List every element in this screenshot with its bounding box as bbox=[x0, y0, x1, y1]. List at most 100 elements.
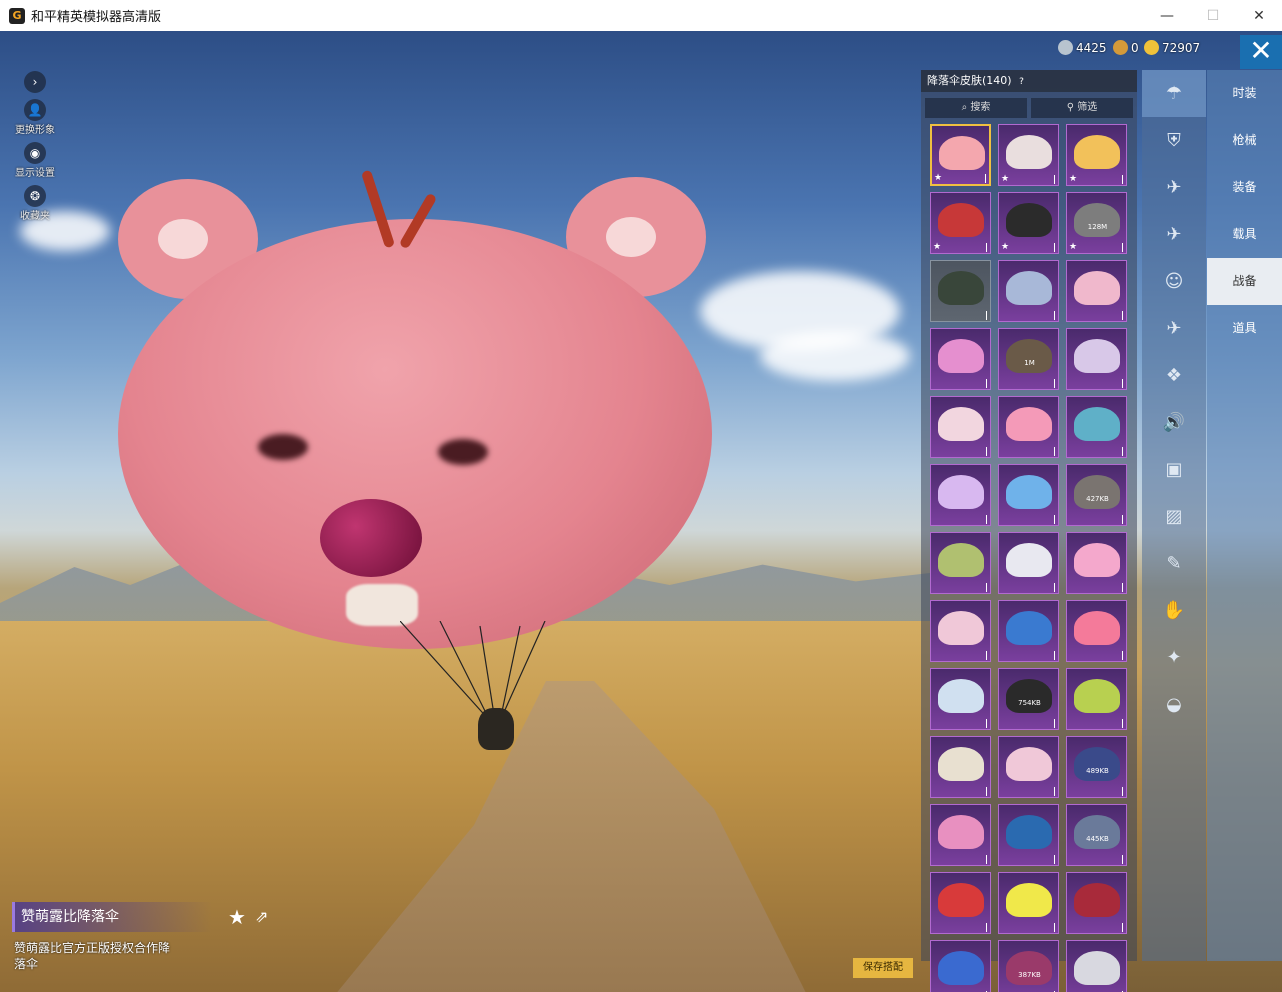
skin-tile[interactable] bbox=[930, 260, 991, 322]
close-button[interactable]: ✕ bbox=[1240, 35, 1282, 69]
skin-tile[interactable] bbox=[1066, 872, 1127, 934]
voice-icon[interactable]: 🔊 bbox=[1142, 399, 1206, 446]
person-icon: 👤 bbox=[24, 99, 46, 121]
parachute-thumbnail bbox=[1006, 679, 1052, 713]
skin-tile[interactable]: ★ bbox=[998, 124, 1059, 186]
panel-title: 降落伞皮肤(140) bbox=[927, 74, 1012, 87]
effect-icon[interactable]: ✦ bbox=[1142, 634, 1206, 681]
category-tab[interactable]: 载具 bbox=[1207, 211, 1282, 258]
glider-icon[interactable]: ✈ bbox=[1142, 164, 1206, 211]
minimize-button[interactable]: — bbox=[1144, 0, 1190, 31]
parachute-thumbnail bbox=[1074, 883, 1120, 917]
ufo-icon[interactable]: ◒ bbox=[1142, 681, 1206, 728]
skin-tile[interactable]: 1M bbox=[998, 328, 1059, 390]
skin-tile[interactable]: ★ bbox=[930, 124, 991, 186]
count-marker bbox=[985, 174, 986, 183]
skin-tile[interactable] bbox=[930, 396, 991, 458]
pet-icon[interactable]: ❖ bbox=[1142, 352, 1206, 399]
skin-tile[interactable]: ★ bbox=[1066, 124, 1127, 186]
right-eye bbox=[438, 439, 488, 465]
photo-icon[interactable]: ▨ bbox=[1142, 493, 1206, 540]
skin-tile[interactable] bbox=[998, 532, 1059, 594]
category-tab[interactable]: 枪械 bbox=[1207, 117, 1282, 164]
spray-icon[interactable]: ✎ bbox=[1142, 540, 1206, 587]
count-marker bbox=[1054, 719, 1055, 728]
currency-bronze: 0 bbox=[1113, 40, 1139, 55]
skin-tile[interactable] bbox=[930, 668, 991, 730]
display-settings-button[interactable]: ◉ 显示设置 bbox=[10, 142, 60, 179]
parachute-thumbnail bbox=[1074, 611, 1120, 645]
skin-tile[interactable] bbox=[930, 736, 991, 798]
skin-tile[interactable] bbox=[930, 872, 991, 934]
skin-tile[interactable] bbox=[998, 396, 1059, 458]
skin-tile[interactable] bbox=[1066, 668, 1127, 730]
parachute-thumbnail bbox=[1006, 407, 1052, 441]
backpack-icon[interactable]: ⛨ bbox=[1142, 117, 1206, 164]
count-marker bbox=[986, 855, 987, 864]
skin-tile[interactable]: ★ bbox=[998, 192, 1059, 254]
skin-tile[interactable] bbox=[998, 804, 1059, 866]
emote-icon[interactable]: ☺ bbox=[1142, 258, 1206, 305]
skin-tile[interactable]: ★ bbox=[930, 192, 991, 254]
bear-parachute[interactable] bbox=[118, 169, 712, 649]
parachute-thumbnail bbox=[1006, 135, 1052, 169]
skin-tile[interactable]: 128M ★ bbox=[1066, 192, 1127, 254]
skin-tile[interactable] bbox=[1066, 532, 1127, 594]
parachute-thumbnail bbox=[938, 543, 984, 577]
skin-tile[interactable] bbox=[998, 260, 1059, 322]
skin-tile[interactable] bbox=[998, 736, 1059, 798]
count-marker bbox=[1122, 923, 1123, 932]
star-icon: ★ bbox=[933, 242, 942, 252]
count-marker bbox=[1054, 651, 1055, 660]
chat-icon[interactable]: ▣ bbox=[1142, 446, 1206, 493]
plane-icon[interactable]: ✈ bbox=[1142, 211, 1206, 258]
star-icon: ★ bbox=[1001, 242, 1010, 252]
drone-icon[interactable]: ✈ bbox=[1142, 305, 1206, 352]
skin-tile[interactable] bbox=[998, 464, 1059, 526]
change-appearance-button[interactable]: 👤 更换形象 bbox=[10, 99, 60, 136]
maximize-button[interactable]: ☐ bbox=[1190, 0, 1236, 31]
skin-tile[interactable] bbox=[998, 872, 1059, 934]
expand-button[interactable]: › bbox=[10, 71, 60, 93]
collection-button[interactable]: ❂ 收藏夹 bbox=[10, 185, 60, 222]
skin-tile[interactable] bbox=[1066, 600, 1127, 662]
skin-tile[interactable] bbox=[1066, 940, 1127, 992]
parachute-icon[interactable]: ☂ bbox=[1142, 70, 1206, 117]
skin-tile[interactable] bbox=[998, 600, 1059, 662]
skin-tile[interactable] bbox=[930, 464, 991, 526]
skin-tile[interactable] bbox=[930, 804, 991, 866]
category-tab[interactable]: 装备 bbox=[1207, 164, 1282, 211]
skin-tile[interactable] bbox=[930, 328, 991, 390]
skin-tile[interactable]: 427KB bbox=[1066, 464, 1127, 526]
skin-tile[interactable]: 387KB bbox=[998, 940, 1059, 992]
skin-tile[interactable] bbox=[1066, 396, 1127, 458]
parachute-thumbnail bbox=[1006, 951, 1052, 985]
hand-icon[interactable]: ✋ bbox=[1142, 587, 1206, 634]
skin-tile[interactable]: 489KB bbox=[1066, 736, 1127, 798]
category-tab[interactable]: 时装 bbox=[1207, 70, 1282, 117]
parachute-thumbnail bbox=[1006, 339, 1052, 373]
category-tab[interactable]: 战备 bbox=[1207, 258, 1282, 305]
count-marker bbox=[1122, 855, 1123, 864]
help-icon[interactable]: ? bbox=[1019, 77, 1024, 87]
skin-tile[interactable] bbox=[930, 532, 991, 594]
skin-tile[interactable]: 754KB bbox=[998, 668, 1059, 730]
category-tab[interactable]: 道具 bbox=[1207, 305, 1282, 352]
skin-tile[interactable] bbox=[930, 600, 991, 662]
skin-tile[interactable] bbox=[930, 940, 991, 992]
skin-tile[interactable] bbox=[1066, 260, 1127, 322]
favorite-star-icon[interactable]: ★ bbox=[228, 906, 250, 928]
download-size: 128M bbox=[1087, 223, 1108, 231]
skin-tile[interactable]: 445KB bbox=[1066, 804, 1127, 866]
star-icon: ★ bbox=[1001, 174, 1010, 184]
bronze-amount: 0 bbox=[1131, 40, 1139, 55]
search-button[interactable]: ⌕ 搜索 bbox=[925, 98, 1027, 118]
parachute-thumbnail bbox=[1074, 339, 1120, 373]
filter-button[interactable]: ⚲ 筛选 bbox=[1031, 98, 1133, 118]
skin-tile[interactable] bbox=[1066, 328, 1127, 390]
count-marker bbox=[986, 515, 987, 524]
share-icon[interactable]: ⇗ bbox=[255, 906, 277, 928]
save-outfit-button[interactable]: 保存搭配 bbox=[853, 958, 913, 978]
parachute-thumbnail bbox=[1006, 747, 1052, 781]
close-window-button[interactable]: ✕ bbox=[1236, 0, 1282, 31]
